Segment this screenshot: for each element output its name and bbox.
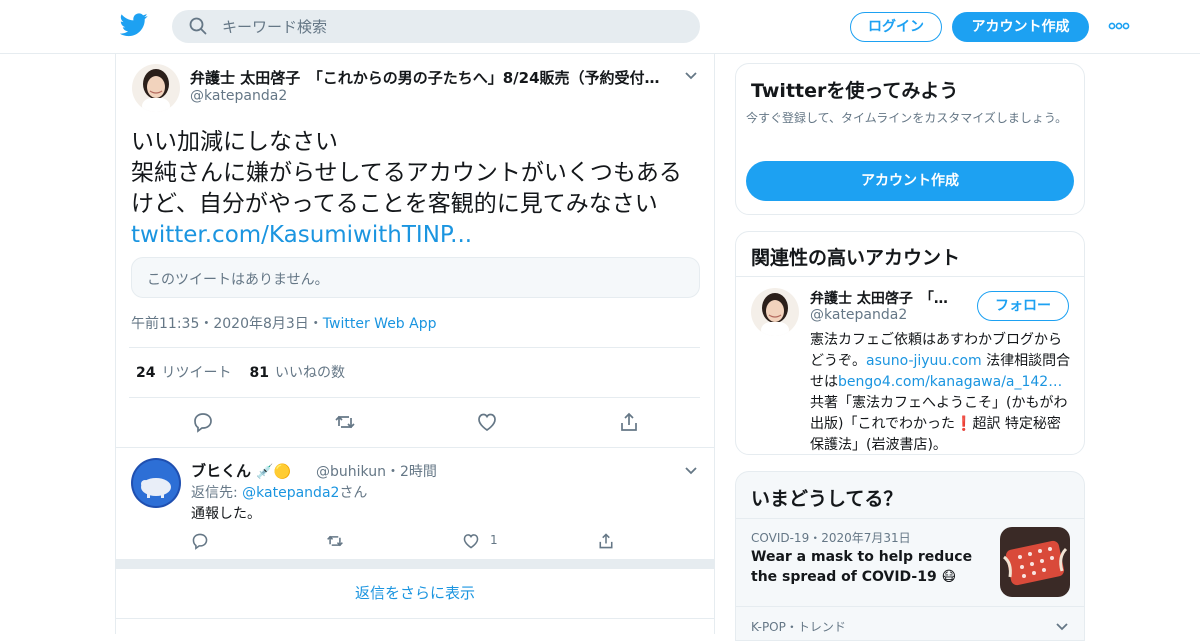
tweet-stats: 24 リツイート 81 いいねの数 bbox=[136, 362, 345, 382]
divider bbox=[129, 347, 700, 348]
author-avatar-image bbox=[132, 64, 180, 112]
reply-author-emoji: 💉🟡 bbox=[256, 464, 292, 480]
tweet-author-handle[interactable]: @katepanda2 bbox=[190, 88, 287, 104]
like-icon[interactable] bbox=[476, 411, 498, 433]
tweet-text-line1: いい加減にしなさい bbox=[131, 129, 338, 155]
signup-card: Twitterを使ってみよう 今すぐ登録して、タイムラインをカスタマイズしましょ… bbox=[735, 63, 1085, 215]
reply-icon[interactable] bbox=[191, 532, 209, 550]
reply-like-count: 1 bbox=[490, 533, 498, 547]
reply-to-line: 返信先: @katepanda2さん bbox=[191, 482, 367, 502]
divider bbox=[129, 397, 700, 398]
exclamation-icon: ❗ bbox=[955, 416, 973, 432]
retweet-icon[interactable] bbox=[326, 532, 344, 550]
trends-title: いまどうしてる？ bbox=[751, 488, 903, 510]
tweet-text: いい加減にしなさい 架純さんに嫌がらせしてるアカウントがいくつもあるけど、自分が… bbox=[131, 127, 691, 251]
tweet-timestamp: 午前11:35・2020年8月3日・Twitter Web App bbox=[131, 313, 437, 333]
signup-card-title: Twitterを使ってみよう bbox=[751, 80, 959, 102]
more-options-icon[interactable] bbox=[1108, 18, 1130, 34]
trends-card: いまどうしてる？ COVID-19・2020年7月31日 Wear a mask… bbox=[735, 471, 1085, 641]
tweet-author-name[interactable]: 弁護士 太田啓子 「これからの男の子たちへ」8/24販売（予約受付… bbox=[190, 67, 660, 88]
reply-author-handle[interactable]: @buhikun・2時間 bbox=[316, 461, 437, 481]
search-bar[interactable] bbox=[172, 10, 700, 43]
signup-card-button[interactable]: アカウント作成 bbox=[746, 161, 1074, 201]
top-bar: ログイン アカウント作成 bbox=[0, 0, 1200, 54]
trend-thumbnail-image bbox=[1000, 527, 1070, 597]
trend-meta: COVID-19・2020年7月31日 bbox=[751, 531, 911, 545]
related-accounts-title: 関連性の高いアカウント bbox=[751, 247, 961, 269]
like-label[interactable]: いいねの数 bbox=[275, 365, 345, 381]
related-account-handle[interactable]: @katepanda2 bbox=[810, 307, 907, 323]
reply-avatar-image bbox=[131, 458, 181, 508]
show-more-replies-link[interactable]: 返信をさらに表示 bbox=[116, 569, 714, 619]
chevron-down-icon[interactable] bbox=[684, 466, 698, 476]
reply-to-handle[interactable]: @katepanda2 bbox=[242, 485, 339, 501]
signup-card-subtitle: 今すぐ登録して、タイムラインをカスタマイズしましょう。 bbox=[746, 111, 1068, 125]
trend-headline[interactable]: Wear a mask to help reduce the spread of… bbox=[751, 547, 981, 587]
tweet-text-body: 架純さんに嫌がらせしてるアカウントがいくつもあるけど、自分がやってることを客観的… bbox=[131, 160, 682, 217]
trend-thumbnail[interactable] bbox=[1000, 527, 1070, 597]
section-separator bbox=[116, 559, 714, 569]
related-avatar-image bbox=[751, 288, 799, 336]
retweet-count[interactable]: 24 bbox=[136, 365, 155, 381]
divider bbox=[736, 518, 1084, 519]
twitter-logo-icon[interactable] bbox=[120, 13, 148, 37]
divider bbox=[736, 276, 1084, 277]
tweet-link[interactable]: twitter.com/KasumiwithTINP... bbox=[131, 222, 472, 248]
related-account-avatar[interactable] bbox=[751, 288, 799, 336]
reply-icon[interactable] bbox=[192, 411, 214, 433]
bio-link[interactable]: asuno-jiyuu.com bbox=[866, 353, 982, 369]
reply-author-avatar[interactable] bbox=[131, 458, 181, 508]
retweet-label[interactable]: リツイート bbox=[161, 365, 231, 381]
chevron-down-icon[interactable] bbox=[1055, 622, 1069, 632]
trend-meta: K-POP・トレンド bbox=[751, 620, 846, 634]
reply-author-name-text[interactable]: ブヒくん bbox=[191, 462, 251, 480]
chevron-down-icon[interactable] bbox=[684, 71, 698, 81]
tweet-detail-column: 弁護士 太田啓子 「これからの男の子たちへ」8/24販売（予約受付… @kate… bbox=[115, 54, 715, 634]
like-icon[interactable] bbox=[462, 532, 480, 550]
follow-button[interactable]: フォロー bbox=[977, 291, 1069, 321]
reply-author-name[interactable]: ブヒくん 💉🟡 bbox=[191, 460, 291, 481]
tweet-source-app[interactable]: Twitter Web App bbox=[323, 316, 437, 332]
reply-to-prefix: 返信先: bbox=[191, 485, 243, 501]
retweet-icon[interactable] bbox=[334, 411, 356, 433]
reply-tweet[interactable]: ブヒくん 💉🟡 @buhikun・2時間 返信先: @katepanda2さん … bbox=[116, 447, 714, 559]
reply-text: 通報した。 bbox=[191, 506, 261, 522]
share-icon[interactable] bbox=[597, 532, 615, 550]
login-button[interactable]: ログイン bbox=[850, 12, 942, 42]
signup-button[interactable]: アカウント作成 bbox=[952, 12, 1089, 42]
like-count[interactable]: 81 bbox=[249, 365, 268, 381]
reply-to-suffix: さん bbox=[339, 485, 368, 501]
bio-link[interactable]: bengo4.com/kanagawa/a_142… bbox=[838, 374, 1062, 390]
divider bbox=[736, 606, 1084, 607]
tweet-time[interactable]: 午前11:35・2020年8月3日・ bbox=[131, 316, 323, 332]
share-icon[interactable] bbox=[618, 411, 640, 433]
search-icon bbox=[189, 17, 207, 35]
quoted-tweet-unavailable: このツイートはありません。 bbox=[131, 257, 700, 298]
related-account-name[interactable]: 弁護士 太田啓子 「… bbox=[810, 288, 948, 308]
author-avatar[interactable] bbox=[132, 64, 180, 112]
related-account-bio: 憲法カフェご依頼はあすわかブログからどうぞ。asuno-jiyuu.com 法律… bbox=[810, 330, 1072, 456]
search-input[interactable] bbox=[222, 10, 682, 43]
related-accounts-card: 関連性の高いアカウント 弁護士 太田啓子 「… @katepanda2 フォロー… bbox=[735, 231, 1085, 455]
